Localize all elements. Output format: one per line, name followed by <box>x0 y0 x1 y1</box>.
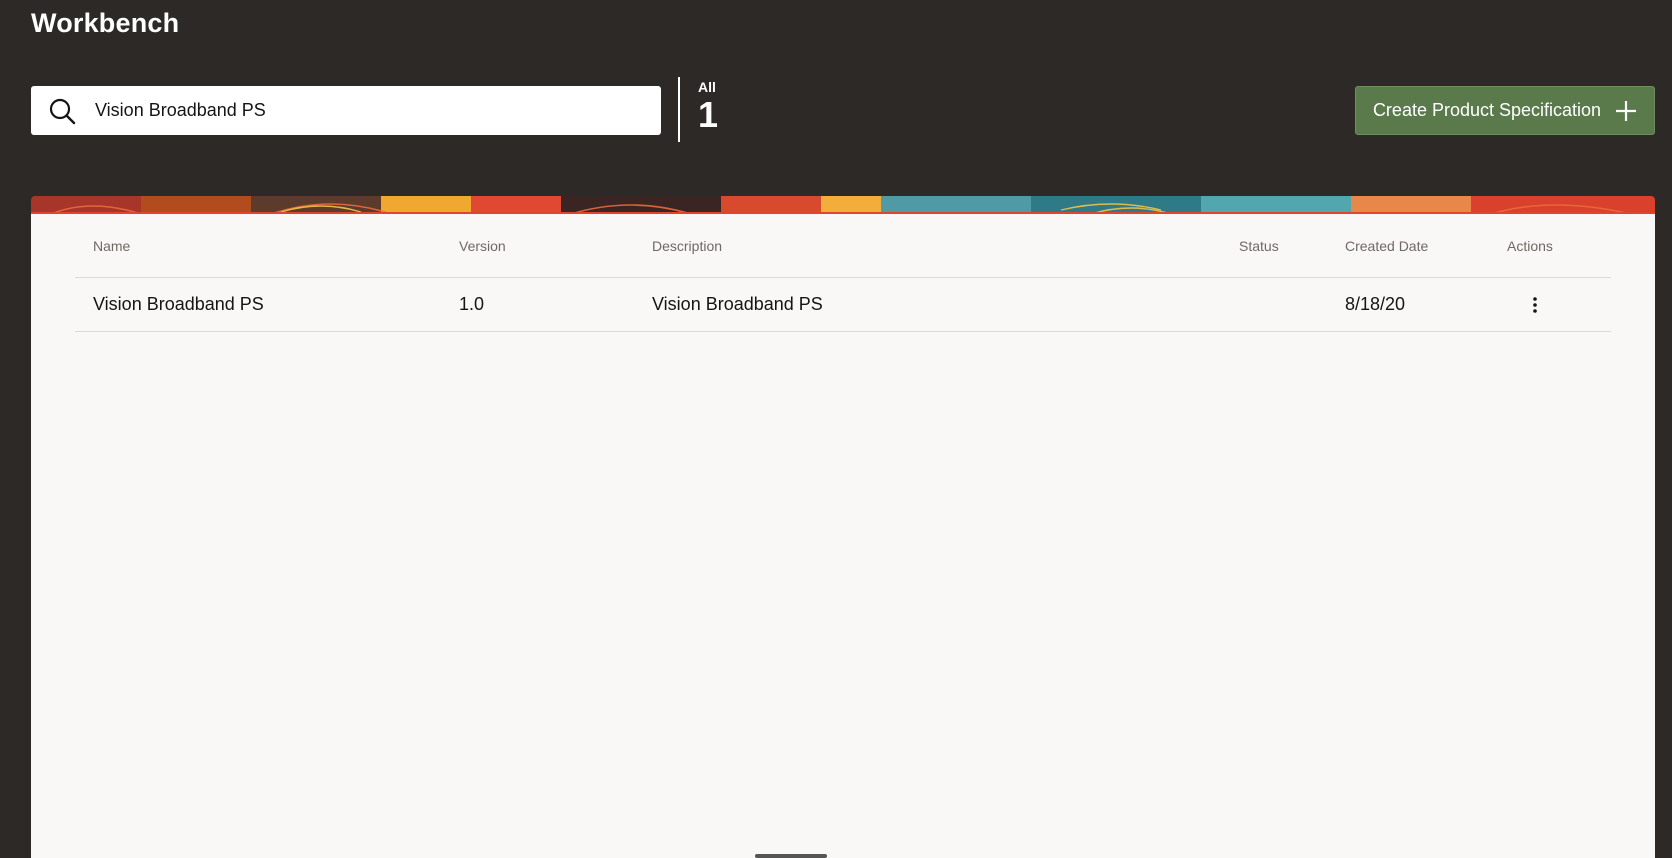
count-label: All <box>698 79 716 95</box>
header-status[interactable]: Status <box>1239 238 1279 254</box>
create-product-specification-button[interactable]: Create Product Specification <box>1355 86 1655 135</box>
horizontal-scrollbar[interactable] <box>755 854 827 858</box>
results-panel: Name Version Description Status Created … <box>31 214 1655 858</box>
table-row[interactable]: Vision Broadband PS 1.0 Vision Broadband… <box>75 278 1611 332</box>
plus-icon <box>1615 100 1637 122</box>
cell-actions <box>1507 293 1545 317</box>
search-input[interactable] <box>95 90 635 131</box>
cell-description: Vision Broadband PS <box>652 294 823 314</box>
header-version[interactable]: Version <box>459 238 506 254</box>
header-description[interactable]: Description <box>652 238 722 254</box>
search-box[interactable] <box>31 86 661 135</box>
header-created-date[interactable]: Created Date <box>1345 238 1428 254</box>
table-header: Name Version Description Status Created … <box>75 214 1611 278</box>
result-count: All 1 <box>698 79 718 135</box>
page-title: Workbench <box>31 8 180 38</box>
header-actions: Actions <box>1507 237 1553 254</box>
header-divider <box>678 77 680 142</box>
results-table: Name Version Description Status Created … <box>75 214 1611 332</box>
header-name[interactable]: Name <box>93 238 130 254</box>
cell-version: 1.0 <box>459 294 485 314</box>
search-icon <box>47 96 77 126</box>
create-button-label: Create Product Specification <box>1372 100 1602 120</box>
cell-created-date: 8/18/20 <box>1345 294 1406 314</box>
count-value: 1 <box>698 94 719 135</box>
kebab-menu-icon[interactable] <box>1525 293 1545 317</box>
cell-name[interactable]: Vision Broadband PS <box>93 294 264 315</box>
decorative-banner <box>31 196 1655 214</box>
